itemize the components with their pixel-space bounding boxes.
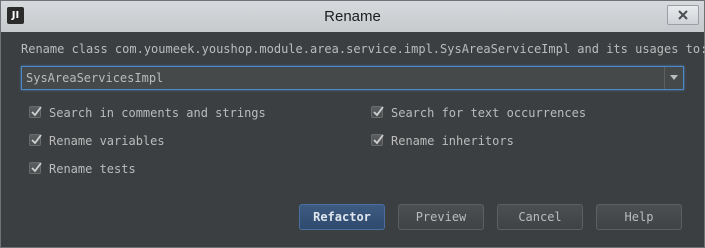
rename-inheritors-label: Rename inheritors (391, 134, 514, 148)
search-text-label: Search for text occurrences (391, 106, 587, 120)
rename-prompt-label: Rename class com.youmeek.youshop.module.… (21, 42, 705, 56)
rename-variables-label: Rename variables (49, 134, 165, 148)
close-button[interactable] (667, 5, 699, 25)
check-icon (373, 106, 384, 117)
search-comments-checkbox[interactable] (29, 106, 42, 118)
check-icon (31, 106, 42, 117)
dialog-title: Rename (324, 8, 381, 25)
rename-variables-checkbox[interactable] (29, 134, 42, 146)
rename-inheritors-checkbox[interactable] (371, 134, 384, 146)
refactor-button[interactable]: Refactor (299, 204, 385, 230)
preview-button[interactable]: Preview (398, 204, 484, 230)
help-button[interactable]: Help (596, 204, 682, 230)
search-comments-label: Search in comments and strings (49, 106, 266, 120)
new-name-combobox[interactable]: SysAreaServicesImpl (21, 66, 684, 90)
cancel-button[interactable]: Cancel (497, 204, 583, 230)
new-name-input[interactable]: SysAreaServicesImpl (26, 67, 163, 89)
dialog-content: Rename class com.youmeek.youshop.module.… (1, 32, 705, 247)
chevron-down-icon (670, 75, 678, 80)
check-icon (31, 134, 42, 145)
rename-tests-label: Rename tests (49, 162, 136, 176)
rename-dialog: JI Rename Rename class com.youmeek.yoush… (0, 0, 705, 248)
combobox-dropdown-button[interactable] (664, 67, 683, 89)
title-bar[interactable]: JI Rename (1, 1, 704, 32)
search-text-checkbox[interactable] (371, 106, 384, 118)
check-icon (373, 134, 384, 145)
rename-tests-checkbox[interactable] (29, 162, 42, 174)
check-icon (31, 162, 42, 173)
close-icon (678, 10, 688, 20)
